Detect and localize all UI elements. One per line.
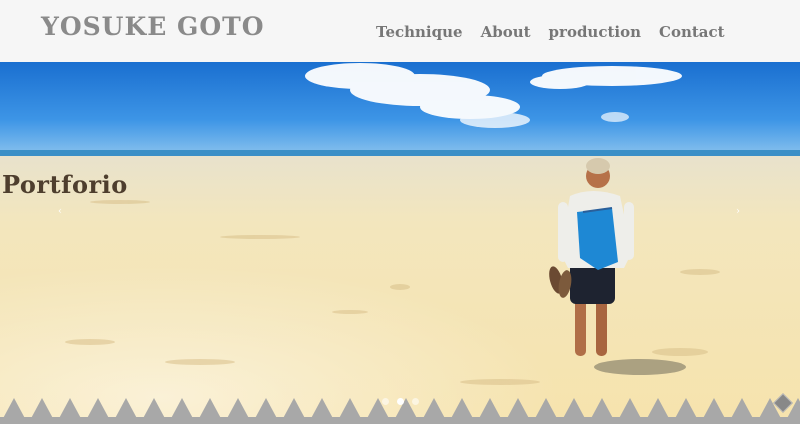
hero-slider: Portforio ‹ › <box>0 62 800 424</box>
slider-dots <box>382 398 419 405</box>
slider-dot[interactable] <box>412 398 419 405</box>
chevron-left-icon[interactable]: ‹ <box>58 206 62 217</box>
nav-technique[interactable]: Technique <box>376 23 463 41</box>
site-logo[interactable]: YOSUKE GOTO <box>41 12 264 41</box>
site-header: YOSUKE GOTO Technique About production C… <box>0 0 800 62</box>
nav-production[interactable]: production <box>549 23 641 41</box>
slide-caption: Portforio <box>2 170 128 199</box>
hero-image <box>0 62 800 424</box>
slider-dot[interactable] <box>382 398 389 405</box>
nav-about[interactable]: About <box>481 23 531 41</box>
nav-contact[interactable]: Contact <box>659 23 725 41</box>
main-nav: Technique About production Contact <box>376 23 725 41</box>
slider-dot[interactable] <box>397 398 404 405</box>
chevron-right-icon[interactable]: › <box>736 206 740 217</box>
